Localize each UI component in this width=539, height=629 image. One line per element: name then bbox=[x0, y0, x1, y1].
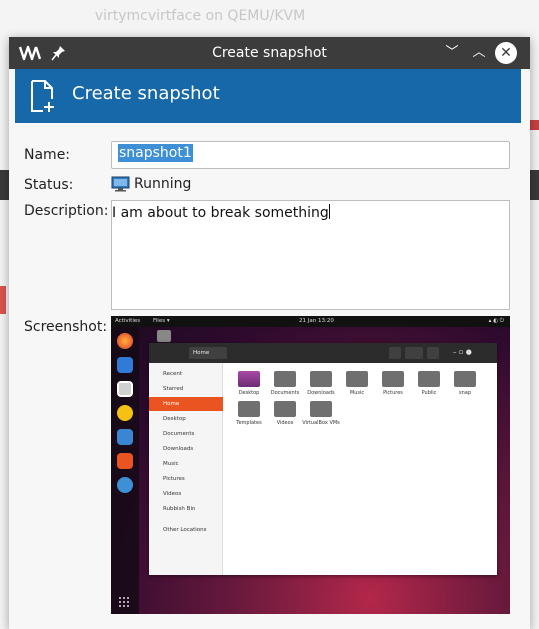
firefox-icon bbox=[117, 333, 133, 349]
folder-item: Pictures bbox=[373, 371, 413, 396]
guest-clock: 21 Jan 13:20 bbox=[299, 318, 334, 324]
status-indicator: Running bbox=[111, 174, 191, 194]
files-path-bar: Home bbox=[189, 347, 227, 359]
show-apps-icon bbox=[119, 597, 129, 607]
files-icon bbox=[117, 381, 133, 397]
guest-top-bar: Activities Files ▾ 21 Jan 13:20 ▴ ◐ ⏻ bbox=[111, 316, 510, 327]
files-window-controls-icon: – ▫ ● bbox=[453, 348, 472, 356]
name-label: Name: bbox=[24, 147, 71, 163]
folder-item: snap bbox=[445, 371, 485, 396]
files-menu-icon bbox=[427, 347, 439, 359]
text-caret bbox=[328, 204, 330, 219]
sidebar-item: Videos bbox=[163, 491, 182, 497]
name-input[interactable]: snapshot1 bbox=[111, 141, 510, 169]
minimize-button[interactable]: ﹀ bbox=[441, 42, 463, 64]
files-search-icon bbox=[389, 347, 401, 359]
header-title: Create snapshot bbox=[72, 83, 220, 104]
name-value: snapshot1 bbox=[118, 144, 193, 162]
sidebar-item-selected: Home bbox=[149, 397, 223, 411]
thunderbird-icon bbox=[117, 357, 133, 373]
background-toolbar-left bbox=[0, 170, 9, 200]
status-value: Running bbox=[134, 176, 192, 192]
description-value: I am about to break something bbox=[112, 205, 329, 221]
files-view-icon bbox=[405, 347, 423, 359]
description-label: Description: bbox=[24, 203, 109, 219]
rhythmbox-icon bbox=[117, 405, 133, 421]
sidebar-item: Other Locations bbox=[163, 527, 207, 533]
files-headerbar: Home – ▫ ● bbox=[149, 343, 497, 363]
folder-item: Desktop bbox=[229, 371, 269, 396]
background-accent-left bbox=[0, 286, 6, 314]
running-monitor-icon bbox=[111, 176, 130, 192]
screenshot-label: Screenshot: bbox=[24, 319, 108, 335]
screenshot-thumbnail: Activities Files ▾ 21 Jan 13:20 ▴ ◐ ⏻ Ho… bbox=[111, 316, 510, 614]
help-icon bbox=[117, 477, 133, 493]
create-snapshot-dialog: Create snapshot ﹀ ︿ ✕ Create snapshot Na… bbox=[9, 37, 530, 629]
sidebar-item: Music bbox=[163, 461, 179, 467]
dialog-header-band: Create snapshot bbox=[15, 69, 521, 123]
folder-item: VirtualBox VMs bbox=[301, 401, 341, 426]
guest-files-window: Home – ▫ ● Recent Starred Home Desktop D… bbox=[149, 343, 497, 575]
maximize-button[interactable]: ︿ bbox=[468, 42, 490, 64]
description-textarea[interactable]: I am about to break something bbox=[111, 200, 510, 310]
writer-icon bbox=[117, 429, 133, 445]
sidebar-item: Desktop bbox=[163, 416, 186, 422]
sidebar-item: Recent bbox=[163, 371, 183, 377]
background-window-title: virtymcvirtface on QEMU/KVM bbox=[94, 8, 306, 24]
status-label: Status: bbox=[24, 177, 74, 193]
software-icon bbox=[117, 453, 133, 469]
close-button[interactable]: ✕ bbox=[495, 42, 517, 64]
guest-system-tray-icon: ▴ ◐ ⏻ bbox=[488, 318, 504, 324]
dialog-titlebar[interactable]: Create snapshot ﹀ ︿ ✕ bbox=[9, 37, 530, 69]
sidebar-item: Documents bbox=[163, 431, 195, 437]
files-sidebar: Recent Starred Home Desktop Documents Do… bbox=[149, 363, 223, 575]
guest-activities-label: Activities bbox=[115, 318, 141, 324]
new-document-icon bbox=[31, 80, 54, 112]
sidebar-item: Rubbish Bin bbox=[163, 506, 196, 512]
files-content: Desktop Documents Downloads Music Pictur… bbox=[223, 363, 497, 575]
guest-dock bbox=[111, 327, 139, 614]
guest-files-menu: Files ▾ bbox=[153, 318, 170, 324]
sidebar-item: Pictures bbox=[163, 476, 185, 482]
folder-item: Music bbox=[337, 371, 377, 396]
folder-item: Templates bbox=[229, 401, 269, 426]
sidebar-item: Downloads bbox=[163, 446, 194, 452]
folder-item: Videos bbox=[265, 401, 305, 426]
sidebar-item: Starred bbox=[163, 386, 184, 392]
desktop-home-icon bbox=[157, 330, 171, 342]
folder-item: Documents bbox=[265, 371, 305, 396]
folder-item: Downloads bbox=[301, 371, 341, 396]
folder-item: Public bbox=[409, 371, 449, 396]
